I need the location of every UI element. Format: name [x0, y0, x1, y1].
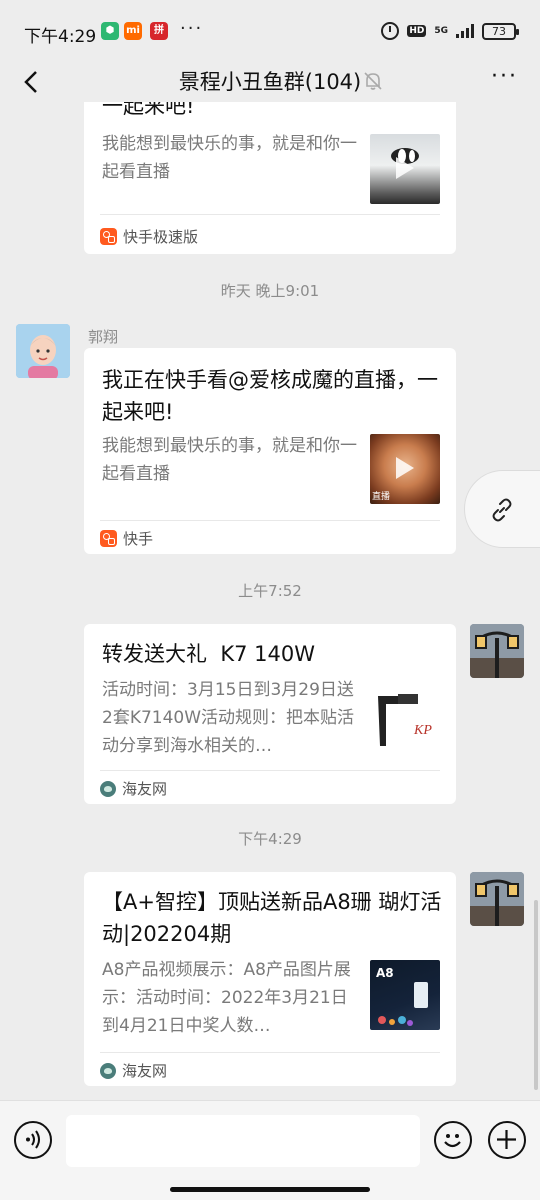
chat-title-text: 景程小丑鱼群(104)	[178, 70, 362, 94]
street-lamp-avatar-image	[470, 872, 524, 926]
card-divider	[100, 520, 440, 521]
pinduoduo-icon: 拼	[150, 22, 168, 40]
street-lamp-avatar-image	[470, 624, 524, 678]
kuaishou-icon	[100, 530, 117, 547]
my-avatar[interactable]	[470, 624, 524, 678]
mute-bell-icon	[362, 70, 384, 92]
share-card-haiyou-a8[interactable]: 【A+智控】顶贴送新品A8珊 瑚灯活动|202204期 A8产品视频展示：A8产…	[84, 872, 456, 1086]
status-bar: 下午4:29 ⬢ mi 拼 ··· HD 5G 73	[0, 0, 540, 62]
chat-title: 景程小丑鱼群(104)	[0, 66, 540, 96]
card-source: 海友网	[100, 778, 167, 799]
message-timestamp: 昨天 晚上9:01	[220, 282, 320, 300]
status-time: 下午4:29	[24, 27, 97, 47]
network-type: 5G	[434, 25, 448, 36]
card-source: 快手	[100, 528, 153, 549]
card-title: 【A+智控】顶贴送新品A8珊 瑚灯活动|202204期	[102, 890, 442, 946]
status-indicators: HD 5G 73	[381, 20, 519, 42]
card-source: 快手极速版	[100, 226, 198, 247]
coral-lamp-image	[378, 982, 428, 1026]
my-avatar[interactable]	[470, 872, 524, 926]
card-description: 活动时间：3月15日到3月29日送2套K7140W活动规则：把本贴活动分享到海水…	[102, 680, 355, 756]
share-card-kuaishou[interactable]: 我正在快手看@爱核成魔的直播，一起来吧! 我能想到最快乐的事，就是和你一起看直播…	[84, 348, 456, 554]
card-thumbnail: A8	[370, 960, 440, 1030]
hd-icon: HD	[407, 25, 427, 37]
more-options-button[interactable]: ···	[491, 64, 518, 89]
alarm-icon	[381, 22, 400, 40]
sender-name: 郭翔	[88, 328, 119, 346]
emoji-button[interactable]	[434, 1121, 472, 1159]
plus-icon	[497, 1130, 516, 1149]
thumbnail-caption: 直播	[372, 492, 391, 502]
card-description: A8产品视频展示：A8产品图片展示：活动时间：2022年3月21日到4月21日中…	[102, 960, 351, 1036]
voice-icon	[26, 1130, 40, 1149]
vpn-badge-icon: ⬢	[101, 22, 119, 40]
card-source-label: 快手极速版	[123, 228, 199, 246]
mi-icon: mi	[124, 22, 142, 40]
card-description: 我能想到最快乐的事，就是和你一起看直播	[102, 134, 357, 182]
card-description: 我能想到最快乐的事，就是和你一起看直播	[102, 436, 357, 484]
card-divider	[100, 770, 440, 771]
card-divider	[100, 1052, 440, 1053]
link-icon	[492, 498, 512, 522]
play-icon	[396, 457, 414, 479]
message-timestamp: 上午7:52	[238, 582, 302, 600]
card-divider	[100, 214, 440, 215]
card-thumbnail: KP	[370, 684, 440, 754]
card-source-label: 海友网	[122, 1062, 168, 1080]
card-source: 海友网	[100, 1060, 167, 1081]
card-title: 转发送大礼 K7 140W	[102, 642, 316, 666]
card-title: 我正在快手看@爱核成魔的直播，一起来吧!	[102, 368, 438, 424]
play-icon	[396, 157, 414, 179]
kuaishou-icon	[100, 228, 117, 245]
battery-icon: 73	[482, 22, 519, 40]
smiley-icon	[444, 1134, 461, 1148]
chat-input-bar	[0, 1100, 540, 1200]
scrollbar[interactable]	[534, 900, 538, 1090]
share-card-haiyou-k7[interactable]: 转发送大礼 K7 140W 活动时间：3月15日到3月29日送2套K7140W活…	[84, 624, 456, 804]
status-more-icon: ···	[180, 18, 204, 39]
home-indicator[interactable]	[170, 1187, 370, 1192]
lamp-product-image: KP	[378, 694, 432, 746]
more-actions-button[interactable]	[488, 1121, 526, 1159]
card-thumbnail	[370, 134, 440, 204]
haiyou-icon	[100, 780, 116, 797]
card-source-label: 海友网	[122, 780, 168, 798]
chat-messages[interactable]: 一起来吧! 我能想到最快乐的事，就是和你一起看直播 快手极速版 昨天 晚上9:0…	[0, 102, 540, 1100]
voice-input-button[interactable]	[14, 1121, 52, 1159]
cartoon-avatar-image	[16, 324, 70, 378]
signal-icon	[456, 24, 474, 38]
message-input[interactable]	[66, 1115, 420, 1167]
svg-text:KP: KP	[413, 723, 432, 738]
haiyou-icon	[100, 1062, 116, 1079]
avatar[interactable]	[16, 324, 70, 378]
card-title: 一起来吧!	[102, 102, 195, 118]
message-timestamp: 下午4:29	[238, 830, 302, 848]
card-source-label: 快手	[123, 530, 154, 548]
share-card-kuaishou-lite[interactable]: 一起来吧! 我能想到最快乐的事，就是和你一起看直播 快手极速版	[84, 102, 456, 254]
floating-link-button[interactable]	[464, 470, 540, 548]
card-thumbnail: 直播	[370, 434, 440, 504]
chat-header: 景程小丑鱼群(104) ···	[0, 62, 540, 102]
